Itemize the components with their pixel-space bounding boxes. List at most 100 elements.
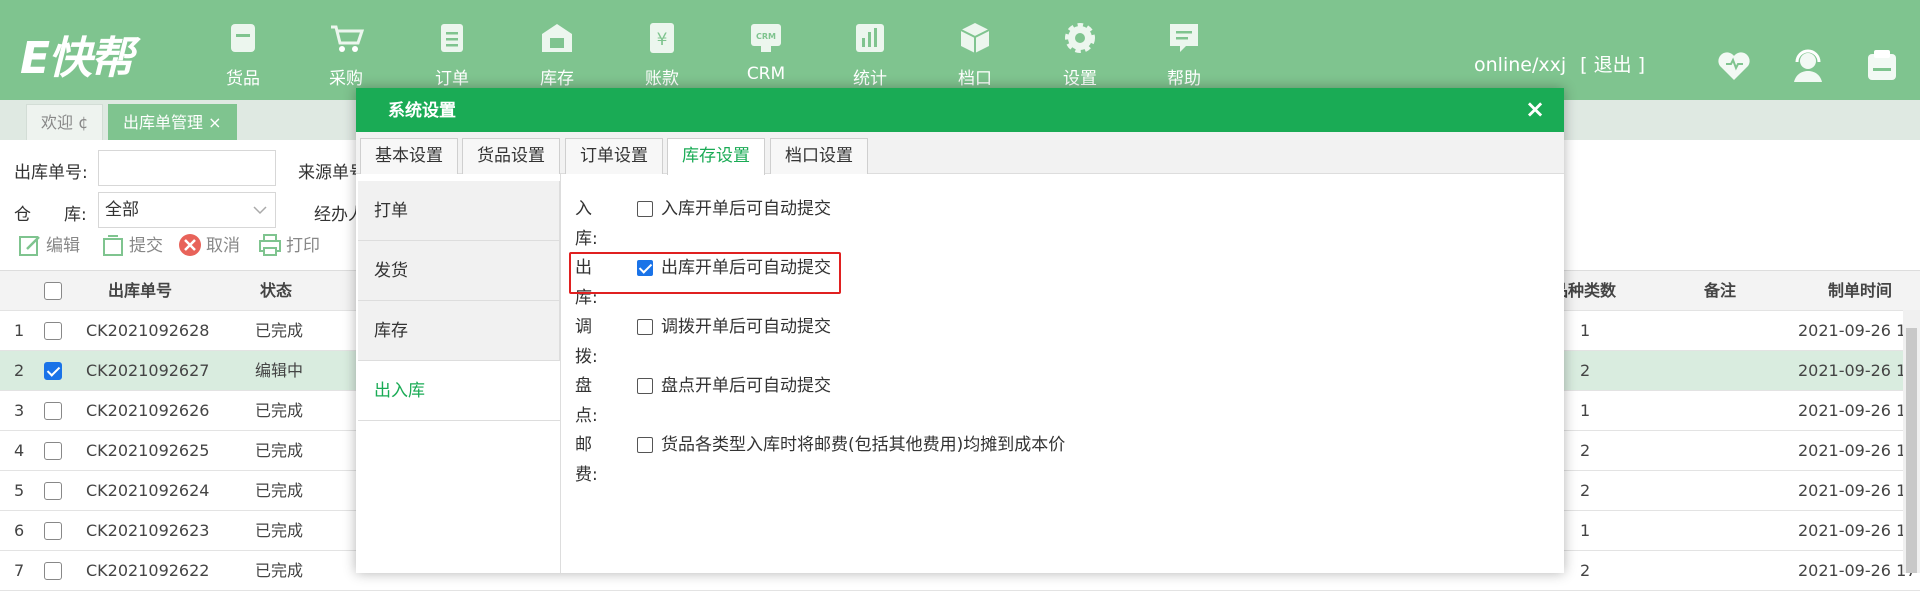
warehouse-label-suffix: 库: (64, 205, 87, 225)
inbound-auto-submit-checkbox[interactable] (637, 201, 653, 217)
row-status: 已完成 (255, 321, 304, 340)
nav-label: 账款 (645, 69, 679, 89)
nav-label: 订单 (435, 69, 469, 89)
print-button[interactable]: 打印 (258, 228, 320, 264)
logout-link[interactable]: [ 退出 ] (1580, 54, 1645, 76)
header-remark[interactable]: 备注 (1704, 271, 1736, 311)
settings-tabs: 基本设置 货品设置 订单设置 库存设置 档口设置 (356, 132, 1564, 175)
row-kinds: 2 (1580, 441, 1591, 460)
tab-inventory-settings[interactable]: 库存设置 (667, 138, 765, 175)
row-index: 2 (14, 361, 25, 380)
row-checkbox[interactable] (44, 322, 62, 340)
cancel-icon (179, 234, 201, 256)
edit-button[interactable]: 编辑 (18, 228, 80, 264)
option-text: 盘点开单后可自动提交 (661, 376, 831, 396)
chart-icon (856, 24, 884, 52)
nav-inventory[interactable]: 库存 (512, 18, 602, 89)
row-status: 已完成 (255, 521, 304, 540)
nav-accounts[interactable]: ¥ 账款 (617, 18, 707, 89)
side-item-inventory[interactable]: 库存 (358, 301, 560, 361)
scrollbar-thumb[interactable] (1906, 328, 1917, 573)
side-item-shipping[interactable]: 发货 (358, 241, 560, 301)
row-checkbox[interactable] (44, 522, 62, 540)
cancel-button[interactable]: 取消 (178, 228, 240, 264)
row-index: 5 (14, 481, 25, 500)
nav-label: 库存 (540, 69, 574, 89)
clipboard-icon (441, 24, 463, 52)
row-status: 已完成 (255, 481, 304, 500)
row-time: 2021-09-26 17 (1798, 401, 1917, 420)
username: online/xxj (1474, 54, 1567, 76)
app-logo[interactable]: E快帮 (20, 22, 134, 86)
close-icon[interactable]: × (1520, 94, 1550, 124)
nav-goods[interactable]: 货品 (198, 18, 288, 89)
row-order-no: CK2021092622 (86, 561, 210, 580)
header-time[interactable]: 制单时间 (1828, 271, 1892, 311)
row-time: 2021-09-26 17 (1798, 361, 1917, 380)
chevron-down-icon (253, 206, 267, 215)
nav-label: 设置 (1063, 69, 1097, 89)
goods-icon (231, 24, 255, 52)
nav-purchase[interactable]: 采购 (301, 18, 391, 89)
row-checkbox[interactable] (44, 562, 62, 580)
row-status: 编辑中 (255, 361, 304, 380)
gear-icon (1065, 23, 1095, 53)
row-status: 已完成 (255, 441, 304, 460)
nav-stall[interactable]: 档口 (930, 18, 1020, 89)
select-all-checkbox[interactable] (44, 282, 62, 300)
row-order-no: CK2021092626 (86, 401, 210, 420)
stocktake-auto-submit-checkbox[interactable] (637, 378, 653, 394)
header-status[interactable]: 状态 (260, 271, 292, 311)
option-label: 入库: (575, 199, 598, 249)
nav-stats[interactable]: 统计 (825, 18, 915, 89)
customer-service-icon[interactable] (1788, 46, 1828, 86)
submit-icon (103, 235, 123, 256)
postage-allocation-checkbox[interactable] (637, 437, 653, 453)
row-checkbox[interactable] (44, 402, 62, 420)
tab-basic-settings[interactable]: 基本设置 (360, 138, 458, 174)
row-index: 1 (14, 321, 25, 340)
row-status: 已完成 (255, 401, 304, 420)
tab-goods-settings[interactable]: 货品设置 (462, 138, 560, 174)
row-order-no: CK2021092628 (86, 321, 210, 340)
dialog-header: 系统设置 × (356, 88, 1564, 132)
svg-text:CRM: CRM (756, 32, 776, 41)
settings-side-menu: 打单 发货 库存 出入库 (358, 181, 560, 573)
top-navigation-bar: E快帮 货品 采购 订单 库存 ¥ 账款 CRM CRM 统计 档口 设置 帮助… (0, 0, 1920, 100)
nav-crm[interactable]: CRM CRM (721, 18, 811, 84)
option-label: 盘点: (575, 376, 598, 426)
tab-order-settings[interactable]: 订单设置 (565, 138, 663, 174)
system-settings-dialog: 系统设置 × 基本设置 货品设置 订单设置 库存设置 档口设置 打单 发货 库存… (356, 88, 1564, 573)
table-vertical-scrollbar[interactable] (1903, 310, 1920, 573)
nav-settings[interactable]: 设置 (1035, 18, 1125, 89)
row-order-no: CK2021092625 (86, 441, 210, 460)
row-time: 2021-09-26 17 (1798, 481, 1917, 500)
nav-label: 帮助 (1167, 69, 1201, 89)
order-no-input[interactable] (98, 150, 276, 186)
submit-button[interactable]: 提交 (101, 228, 163, 264)
nav-help[interactable]: 帮助 (1139, 18, 1229, 89)
option-label: 邮费: (575, 435, 598, 485)
row-checkbox[interactable] (44, 362, 62, 380)
row-index: 6 (14, 521, 25, 540)
nav-label: 档口 (958, 69, 992, 89)
nav-orders[interactable]: 订单 (407, 18, 497, 89)
tab-welcome[interactable]: 欢迎 ¢ (26, 104, 104, 140)
tab-outbound-management[interactable]: 出库单管理 × (108, 104, 237, 140)
message-icon[interactable] (1862, 46, 1902, 86)
order-no-label: 出库单号: (14, 163, 88, 183)
heart-icon[interactable] (1714, 46, 1754, 86)
tab-stall-settings[interactable]: 档口设置 (770, 138, 868, 174)
side-item-in-out[interactable]: 出入库 (358, 361, 560, 421)
option-text: 入库开单后可自动提交 (661, 199, 831, 219)
warehouse-select[interactable]: 全部 (98, 192, 276, 228)
row-checkbox[interactable] (44, 482, 62, 500)
option-label: 调拨: (575, 317, 598, 367)
side-item-print[interactable]: 打单 (358, 181, 560, 241)
row-checkbox[interactable] (44, 442, 62, 460)
transfer-auto-submit-checkbox[interactable] (637, 319, 653, 335)
header-order-no[interactable]: 出库单号 (108, 271, 172, 311)
row-time: 2021-09-26 17 (1798, 321, 1917, 340)
row-order-no: CK2021092624 (86, 481, 210, 500)
row-order-no: CK2021092627 (86, 361, 210, 380)
